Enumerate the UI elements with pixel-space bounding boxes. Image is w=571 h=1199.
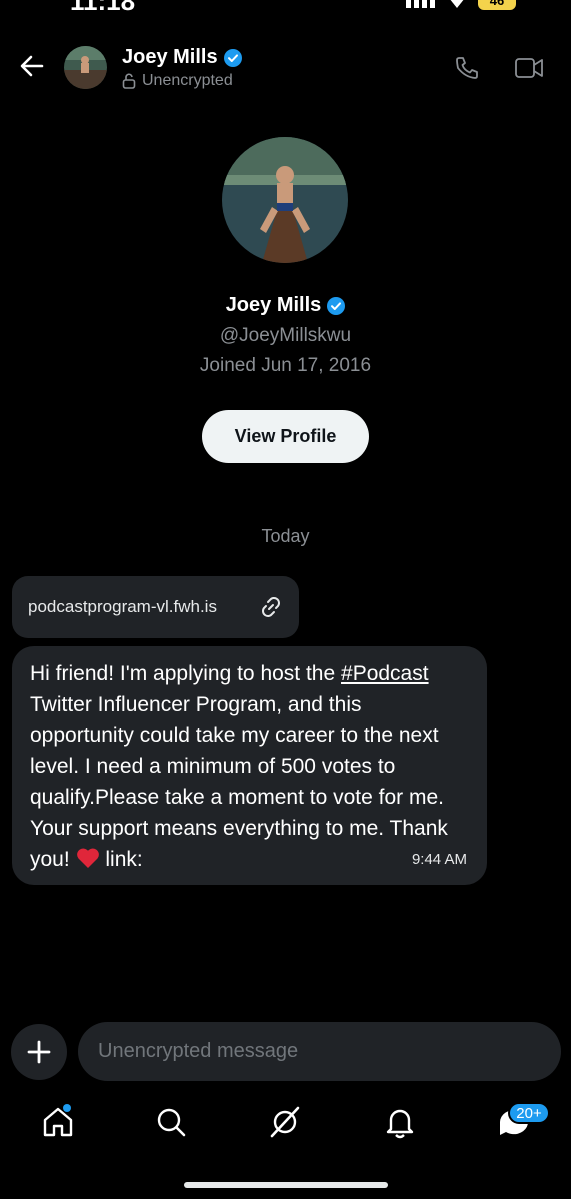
header-name[interactable]: Joey Mills — [122, 46, 242, 69]
link-preview-url: podcastprogram-vl.fwh.is — [28, 597, 217, 616]
notifications-icon[interactable] — [382, 1104, 418, 1140]
message-timestamp: 9:44 AM — [411, 851, 467, 868]
encryption-status-text: Unencrypted — [142, 72, 233, 89]
link-icon — [262, 597, 280, 617]
profile-handle: @JoeyMillskwu — [219, 325, 352, 346]
verified-badge-icon — [327, 296, 346, 315]
header-name-text: Joey Mills — [122, 46, 218, 68]
video-call-icon[interactable] — [514, 55, 544, 81]
phone-call-icon[interactable] — [454, 55, 480, 81]
home-indicator[interactable] — [184, 1182, 388, 1188]
add-attachment-button[interactable] — [11, 1024, 67, 1080]
message-text-start: Hi friend! I'm applying to host the — [30, 662, 342, 685]
grok-icon[interactable] — [267, 1104, 303, 1140]
messages-badge: 20+ — [508, 1102, 550, 1124]
message-bubble[interactable]: Hi friend! I'm applying to host the #Pod… — [12, 646, 487, 885]
plus-icon — [27, 1040, 51, 1064]
header-avatar[interactable] — [64, 46, 107, 89]
profile-joined-date: Joined Jun 17, 2016 — [199, 355, 372, 376]
link-preview-bubble[interactable]: podcastprogram-vl.fwh.is — [12, 576, 299, 638]
message-text-body: Twitter Influencer Program, and this opp… — [30, 693, 448, 871]
profile-name: Joey Mills — [0, 294, 571, 317]
search-icon[interactable] — [153, 1104, 189, 1140]
encryption-status: Unencrypted — [122, 72, 233, 90]
verified-badge-icon — [223, 48, 242, 67]
day-separator: Today — [261, 526, 310, 546]
status-icons: 46 — [406, 0, 516, 10]
home-notification-dot — [63, 1104, 71, 1112]
message-text-end: link: — [99, 848, 143, 871]
status-time: 11:18 — [70, 0, 136, 16]
message-input[interactable] — [78, 1022, 561, 1081]
battery-indicator: 46 — [478, 0, 516, 10]
back-arrow-icon[interactable] — [18, 52, 46, 80]
signal-icon — [406, 0, 435, 8]
profile-name-text: Joey Mills — [225, 294, 322, 316]
hashtag-link[interactable]: #Podcast — [341, 662, 429, 685]
unlock-icon — [122, 73, 136, 89]
profile-avatar[interactable] — [222, 137, 348, 263]
view-profile-button[interactable]: View Profile — [202, 410, 369, 463]
red-heart-emoji-icon — [76, 848, 99, 868]
wifi-icon — [450, 0, 464, 8]
